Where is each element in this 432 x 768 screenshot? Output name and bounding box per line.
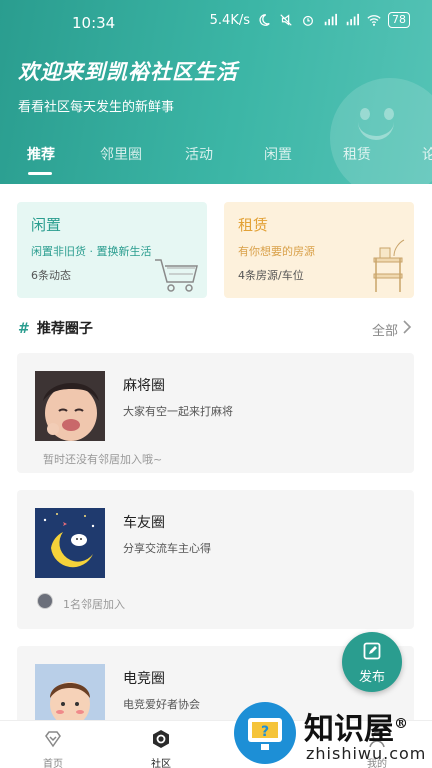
signal-icon bbox=[324, 13, 337, 26]
nav-home[interactable]: 首页 bbox=[13, 721, 93, 768]
circle-desc: 电竞爱好者协会 bbox=[123, 698, 200, 711]
mahjong-circle-image bbox=[35, 371, 105, 441]
mute-icon bbox=[280, 14, 292, 26]
rental-card-title: 租赁 bbox=[238, 216, 269, 234]
status-time: 10:34 bbox=[72, 14, 116, 32]
watermark-text: 知识屋® bbox=[304, 712, 408, 747]
category-tabs: 推荐 邻里圈 活动 闲置 租赁 论 bbox=[0, 140, 432, 180]
circle-desc: 分享交流车主心得 bbox=[123, 542, 211, 555]
diamond-home-icon bbox=[45, 731, 61, 748]
tab-recommend[interactable]: 推荐 bbox=[27, 144, 55, 164]
circle-name: 麻将圈 bbox=[123, 378, 165, 394]
idle-card-title: 闲置 bbox=[31, 216, 62, 234]
recommended-circles-header: # 推荐圈子 全部 bbox=[18, 318, 414, 340]
tab-idle[interactable]: 闲置 bbox=[264, 144, 292, 164]
wifi-icon bbox=[367, 15, 381, 26]
svg-text:?: ? bbox=[261, 724, 269, 740]
header-banner: 10:34 5.4K/s 78 欢迎来到凯裕社区生活 看看社区每天发生的新鲜事 … bbox=[0, 0, 432, 184]
tab-forum[interactable]: 论 bbox=[422, 144, 432, 164]
car-circle-image bbox=[35, 508, 105, 578]
chevron-right-icon[interactable] bbox=[400, 318, 414, 336]
esports-circle-image bbox=[35, 664, 105, 720]
circle-card-car[interactable]: 车友圈 分享交流车主心得 1名邻居加入 bbox=[17, 490, 414, 629]
alarm-icon bbox=[303, 15, 313, 26]
tab-neighborhood[interactable]: 邻里圈 bbox=[100, 144, 142, 164]
view-all-link[interactable]: 全部 bbox=[372, 320, 398, 339]
circle-card-mahjong[interactable]: 麻将圈 大家有空一起来打麻将 暂时还没有邻居加入哦~ bbox=[17, 353, 414, 473]
page-subtitle: 看看社区每天发生的新鲜事 bbox=[18, 100, 175, 115]
page-title: 欢迎来到凯裕社区生活 bbox=[18, 60, 238, 84]
idle-card[interactable]: 闲置 闲置非旧货 · 置换新生活 6条动态 bbox=[17, 202, 207, 298]
network-speed: 5.4K/s bbox=[209, 12, 250, 28]
circle-name: 车友圈 bbox=[123, 515, 165, 531]
shelf-icon bbox=[373, 239, 405, 292]
status-indicators: 5.4K/s 78 bbox=[210, 12, 410, 28]
publish-button[interactable]: 发布 bbox=[342, 632, 402, 692]
rental-card[interactable]: 租赁 有你想要的房源 4条房源/车位 bbox=[224, 202, 414, 298]
tab-rental[interactable]: 租赁 bbox=[343, 144, 371, 164]
nav-home-label: 首页 bbox=[43, 759, 63, 768]
battery-indicator: 78 bbox=[388, 12, 410, 28]
circle-desc: 大家有空一起来打麻将 bbox=[123, 405, 233, 418]
nav-community-label: 社区 bbox=[151, 759, 171, 768]
circle-name: 电竞圈 bbox=[123, 671, 165, 687]
status-bar: 10:34 5.4K/s 78 bbox=[0, 0, 432, 44]
tab-activity[interactable]: 活动 bbox=[185, 144, 213, 164]
member-avatar bbox=[37, 593, 53, 609]
hexagon-community-icon bbox=[153, 730, 169, 748]
moon-icon bbox=[259, 14, 270, 26]
watermark-logo-icon: ? bbox=[234, 702, 296, 764]
edit-icon bbox=[363, 642, 381, 660]
watermark: ? 知识屋® zhishiwu.com bbox=[232, 698, 432, 768]
nav-community[interactable]: 社区 bbox=[121, 721, 201, 768]
shopping-cart-icon bbox=[155, 259, 198, 292]
publish-label: 发布 bbox=[358, 670, 385, 685]
circle-members: 1名邻居加入 bbox=[63, 598, 125, 611]
signal-icon bbox=[346, 13, 359, 26]
section-title: 推荐圈子 bbox=[36, 321, 93, 337]
circle-members: 暂时还没有邻居加入哦~ bbox=[43, 453, 163, 466]
active-tab-indicator bbox=[28, 172, 52, 175]
watermark-url: zhishiwu.com bbox=[306, 744, 427, 763]
hash-icon: # bbox=[18, 321, 30, 337]
